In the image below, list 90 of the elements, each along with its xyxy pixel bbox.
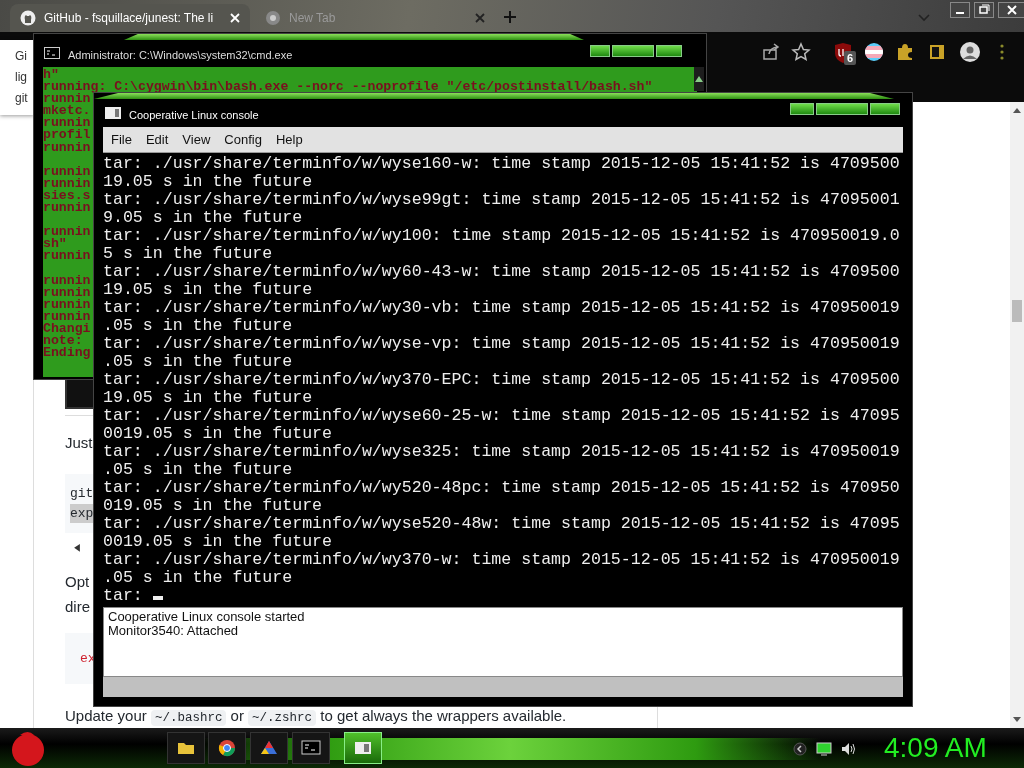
terminal-line: tar: ./usr/share/terminfo/w/wy100: time stamp 2015-12-05 15:41:52 is 470950019.0 (103, 227, 901, 245)
output-line: runnin (43, 310, 91, 323)
chevron-left-icon[interactable] (793, 742, 807, 756)
log-line: Monitor3540: Attached (108, 624, 240, 638)
minimize-icon[interactable] (950, 2, 970, 18)
terminal-line: tar: ./usr/share/terminfo/w/wyse160-w: time stamp 2015-12-05 15:41:52 is 4709500 (103, 155, 901, 173)
taskbar-button[interactable] (292, 732, 330, 764)
scrollbar[interactable] (1010, 102, 1024, 728)
terminal-line: .05 s in the future (103, 317, 294, 335)
output-line: running: C:\cygwin\bin\bash.exe --norc --noprofile "/etc/postinstall/bash.sh" (43, 81, 653, 94)
output-line: sh" (43, 238, 67, 251)
scrollbar[interactable] (694, 67, 704, 91)
speaker-icon[interactable] (841, 742, 857, 756)
output-line: runnin (43, 286, 91, 299)
output-line: h" (43, 69, 59, 82)
menu-item[interactable]: Config (219, 127, 267, 152)
menu-item[interactable]: View (177, 127, 216, 152)
terminal-line: tar: ./usr/share/terminfo/w/wy370-EPC: time stamp 2015-12-05 15:41:52 is 4709500 (103, 371, 901, 389)
terminal-line: 5 s in the future (103, 245, 274, 263)
terminal-line: tar: ./usr/share/terminfo/w/wy370-w: time stamp 2015-12-05 15:41:52 is 470950019 (103, 551, 901, 569)
output-line: profil (43, 129, 91, 142)
restore-icon[interactable] (974, 2, 994, 18)
scroll-up-icon[interactable] (1012, 106, 1022, 114)
star-icon[interactable] (791, 42, 811, 62)
browser-tab[interactable]: GitHub - fsquillace/junest: The li (10, 4, 250, 32)
output-line: runnin (43, 202, 91, 215)
terminal-line: .05 s in the future (103, 461, 294, 479)
terminal-icon (301, 738, 321, 758)
output-line: runnin (43, 93, 91, 106)
menu-item[interactable]: Edit (140, 127, 174, 152)
output-line: runnin (43, 226, 91, 239)
taskbar-button[interactable] (250, 732, 288, 764)
terminal-line: tar: ./usr/share/terminfo/w/wy520-48pc: time stamp 2015-12-05 15:41:52 is 470950 (103, 479, 901, 497)
taskbar-button[interactable] (167, 732, 205, 764)
close-icon[interactable] (998, 2, 1024, 18)
terminal-line: tar: (103, 587, 903, 605)
output-line: runnin (43, 117, 91, 130)
output-line: runnin (43, 177, 91, 190)
output-line: note: (43, 335, 83, 348)
paragraph-text: dire (65, 596, 90, 617)
terminal-line: 9.05 s in the future (103, 209, 304, 227)
output-line: runnin (43, 165, 91, 178)
puzzle-icon[interactable] (895, 42, 915, 62)
popup-text: git (15, 90, 28, 107)
terminal-line: 19.05 s in the future (103, 281, 314, 299)
menu-item[interactable]: File (106, 127, 137, 152)
output-line: Ending (43, 347, 91, 360)
window-title: Administrator: C:\Windows\system32\cmd.exe (68, 48, 293, 63)
scroll-left-icon[interactable] (73, 543, 81, 553)
terminal-line: 19.05 s in the future (103, 173, 314, 191)
share-icon[interactable] (761, 42, 781, 62)
side-panel-icon[interactable] (927, 42, 947, 62)
output-line: mketc. (43, 105, 91, 118)
terminal-line: .05 s in the future (103, 353, 294, 371)
taskbar-button[interactable] (208, 732, 246, 764)
paragraph-text: Just (65, 432, 93, 453)
scroll-up-icon[interactable] (695, 75, 703, 83)
terminal-line: .05 s in the future (103, 569, 294, 587)
extension-badge: 6 (844, 51, 857, 65)
terminal-line: tar: ./usr/share/terminfo/w/wy60-43-w: time stamp 2015-12-05 15:41:52 is 4709500 (103, 263, 901, 281)
output-line: runnin (43, 141, 91, 154)
output-line: runnin (43, 250, 91, 263)
log-line: Cooperative Linux console started (108, 610, 306, 624)
scroll-down-icon[interactable] (1012, 716, 1022, 724)
terminal-line: 19.05 s in the future (103, 389, 314, 407)
terminal-line: 0019.05 s in the future (103, 533, 334, 551)
clock-text: 4:09 AM (884, 731, 987, 765)
paragraph-text: Opt (65, 571, 90, 592)
terminal-icon (44, 47, 60, 59)
avatar-icon[interactable] (959, 42, 981, 62)
terminal-line: tar: ./usr/share/terminfo/w/wyse-vp: time stamp 2015-12-05 15:41:52 is 470950019 (103, 335, 901, 353)
paragraph-text: Update your ~/.bashrc or ~/.zshrc to get always the wrappers available. (65, 706, 568, 728)
monitor-icon[interactable] (816, 742, 832, 756)
plus-icon[interactable] (503, 10, 517, 24)
output-line: sies.s (43, 189, 91, 203)
popup-text: Gi (15, 48, 27, 65)
menu-item[interactable]: Help (270, 127, 308, 152)
terminal-line: tar: ./usr/share/terminfo/w/wyse60-25-w: time stamp 2015-12-05 15:41:52 is 47095 (103, 407, 901, 425)
output-line: runnin (43, 298, 91, 311)
output-line: runnin (43, 274, 91, 287)
output-line: Changi (43, 322, 91, 336)
window-icon (105, 107, 121, 119)
terminal-line: tar: ./usr/share/terminfo/w/wy30-vb: time stamp 2015-12-05 15:41:52 is 470950019 (103, 299, 901, 317)
terminal-line: tar: ./usr/share/terminfo/w/wyse325: time stamp 2015-12-05 15:41:52 is 470950019 (103, 443, 901, 461)
terminal-line: tar: ./usr/share/terminfo/w/wyse99gt: time stamp 2015-12-05 15:41:52 is 47095001 (103, 191, 901, 209)
window-title: Cooperative Linux console (129, 108, 259, 123)
browser-icon (217, 738, 237, 758)
terminal-line: 0019.05 s in the future (103, 425, 334, 443)
popup-text: lig (15, 69, 27, 86)
scroll-thumb[interactable] (1012, 300, 1022, 322)
